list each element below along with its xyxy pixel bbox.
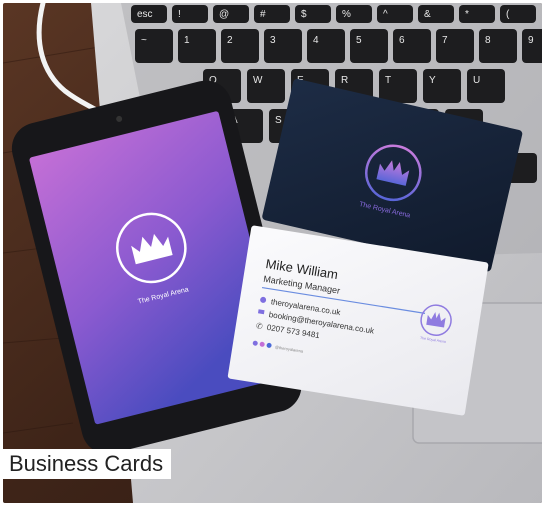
keyboard-key: @ [213, 5, 249, 23]
keyboard-key-label: 6 [399, 35, 405, 46]
keyboard-key-label: T [385, 75, 391, 86]
keyboard-key-label: 8 [485, 35, 491, 46]
keyboard-key: 9 [522, 29, 542, 63]
keyboard-key-label: esc [137, 9, 153, 20]
keyboard-key: Y [423, 69, 461, 103]
keyboard-key: & [418, 5, 454, 23]
keyboard-key-label: 5 [356, 35, 362, 46]
keyboard-key-label: U [473, 75, 480, 86]
image-frame: esc!@#$%^&*(~123456789QWERTYUASDFGHZXCVB… [0, 0, 545, 508]
image-caption: Business Cards [3, 449, 172, 479]
keyboard-key: 1 [178, 29, 216, 63]
keyboard-key-label: @ [219, 9, 229, 20]
keyboard-key-label: % [342, 9, 351, 20]
keyboard-key: ~ [135, 29, 173, 63]
keyboard-key-label: S [275, 115, 282, 126]
keyboard-key: 8 [479, 29, 517, 63]
keyboard-key: * [459, 5, 495, 23]
keyboard-key-label: ~ [141, 35, 147, 46]
photo-scene: esc!@#$%^&*(~123456789QWERTYUASDFGHZXCVB… [3, 3, 542, 503]
keyboard-key: 3 [264, 29, 302, 63]
keyboard-key-label: * [465, 9, 469, 20]
keyboard-key-label: 3 [270, 35, 276, 46]
keyboard-key-label: $ [301, 9, 307, 20]
keyboard-key: $ [295, 5, 331, 23]
keyboard-key-label: & [424, 9, 431, 20]
keyboard-key: 2 [221, 29, 259, 63]
keyboard-key-label: 1 [184, 35, 190, 46]
keyboard-key-label: ! [178, 9, 181, 20]
keyboard-key: 4 [307, 29, 345, 63]
keyboard-key: 7 [436, 29, 474, 63]
keyboard-key-label: 7 [442, 35, 448, 46]
keyboard-key-label: W [253, 75, 263, 86]
keyboard-key-label: 9 [528, 35, 534, 46]
keyboard-key-label: Y [429, 75, 436, 86]
keyboard-key: 5 [350, 29, 388, 63]
keyboard-key: ^ [377, 5, 413, 23]
keyboard-key: # [254, 5, 290, 23]
keyboard-key: W [247, 69, 285, 103]
keyboard-key: esc [131, 5, 167, 23]
keyboard-key: ( [500, 5, 536, 23]
keyboard-key: U [467, 69, 505, 103]
keyboard-key: ! [172, 5, 208, 23]
keyboard-key-label: ^ [383, 9, 388, 20]
mockup-photo: esc!@#$%^&*(~123456789QWERTYUASDFGHZXCVB… [3, 3, 542, 503]
keyboard-key-label: # [260, 9, 266, 20]
keyboard-key: T [379, 69, 417, 103]
keyboard-key: 6 [393, 29, 431, 63]
keyboard-key: % [336, 5, 372, 23]
keyboard-key-label: 4 [313, 35, 319, 46]
keyboard-key-label: 2 [227, 35, 233, 46]
keyboard-key-label: R [341, 75, 348, 86]
